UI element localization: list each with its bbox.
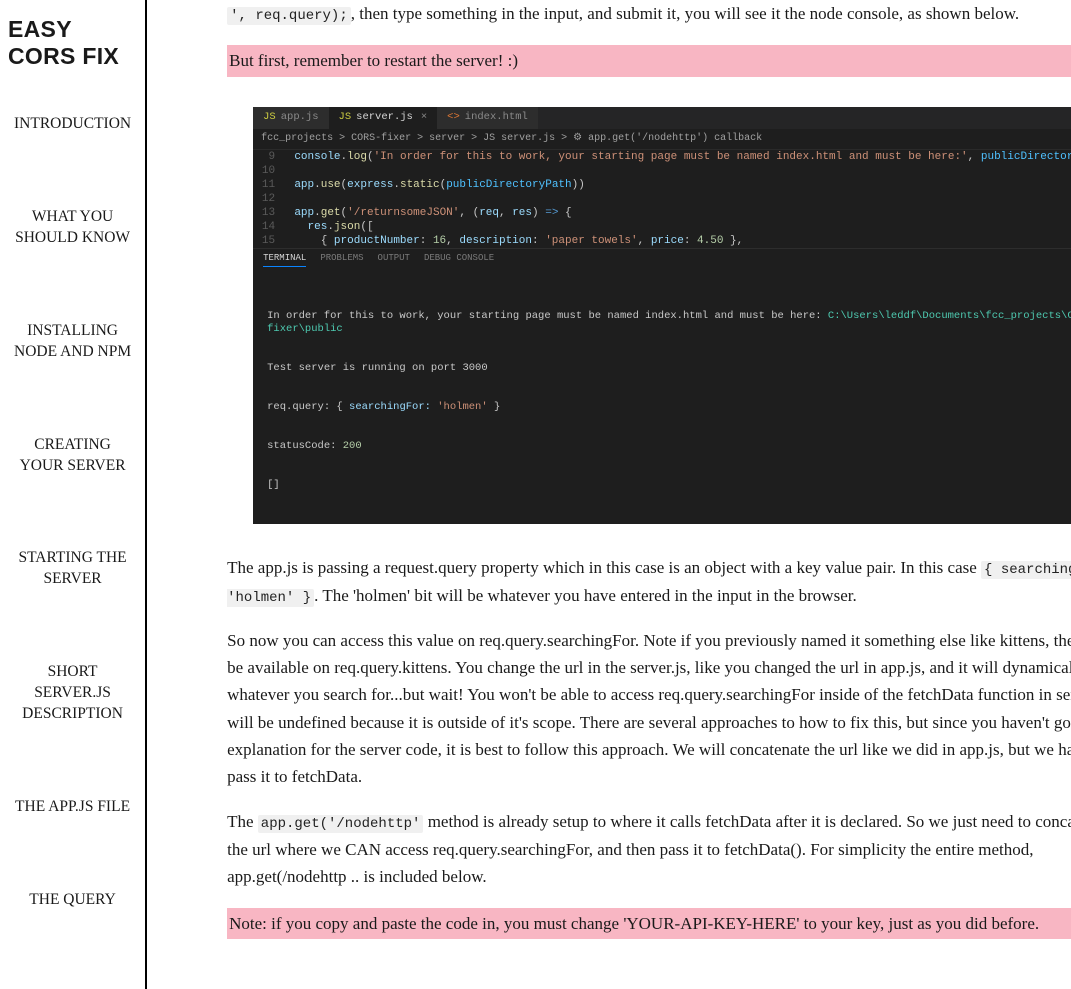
terminal-line: req.query: { searchingFor: 'holmen' }: [267, 401, 1071, 414]
editor-tabs: JS app.js JS server.js × <> index.html: [253, 107, 1071, 129]
gutter-ln: 11: [253, 178, 275, 192]
nav-starting-the-server[interactable]: STARTING THE SERVER: [0, 534, 145, 604]
code-line: app.use(express.static(publicDirectoryPa…: [281, 178, 1071, 192]
code-line: res.json([: [281, 220, 1071, 234]
paragraph-scope-explanation: So now you can access this value on req.…: [227, 627, 1071, 790]
gutter-ln: 12: [253, 192, 275, 206]
gutter-ln: 14: [253, 220, 275, 234]
nav-the-appjs-file[interactable]: THE APP.JS FILE: [0, 783, 145, 832]
terminal-body: ⧉ node ⧉ node In order for this to work,…: [253, 269, 1071, 518]
editor-gutter: 9101112131415: [253, 150, 281, 248]
code-line: app.get('/returnsomeJSON', (req, res) =>…: [281, 206, 1071, 220]
terminal-tabs: TERMINAL PROBLEMS OUTPUT DEBUG CONSOLE +…: [253, 248, 1071, 269]
inline-code-req-query: ', req.query);: [227, 7, 351, 25]
tab-label: app.js: [281, 109, 319, 126]
nav-what-you-should-know[interactable]: WHAT YOU SHOULD KNOW: [0, 193, 145, 263]
terminal-tab-terminal[interactable]: TERMINAL: [263, 251, 306, 267]
editor-screenshot: JS app.js JS server.js × <> index.html f…: [253, 107, 1071, 524]
js-icon: JS: [263, 109, 276, 126]
terminal-line: statusCode: 200: [267, 440, 1071, 453]
terminal-line: []: [267, 479, 1071, 492]
gutter-ln: 15: [253, 234, 275, 248]
sidebar: EASY CORS FIX INTRODUCTION WHAT YOU SHOU…: [0, 0, 147, 989]
sidebar-nav: INTRODUCTION WHAT YOU SHOULD KNOW INSTAL…: [0, 90, 145, 925]
close-icon[interactable]: ×: [421, 109, 427, 126]
editor-lines: console.log('In order for this to work, …: [281, 150, 1071, 248]
nav-creating-your-server[interactable]: CREATING YOUR SERVER: [0, 421, 145, 491]
nav-installing-node-and-npm[interactable]: INSTALLING NODE AND NPM: [0, 307, 145, 377]
lead-text: , then type something in the input, and …: [351, 4, 1019, 23]
nav-the-query[interactable]: THE QUERY: [0, 876, 145, 925]
site-title: EASY CORS FIX: [0, 0, 145, 90]
terminal-tab-problems[interactable]: PROBLEMS: [320, 251, 363, 267]
html-icon: <>: [447, 109, 460, 126]
editor-breadcrumb[interactable]: fcc_projects > CORS-fixer > server > JS …: [253, 129, 1071, 150]
gutter-ln: 10: [253, 164, 275, 178]
tab-serverjs[interactable]: JS server.js ×: [329, 107, 438, 129]
tab-appjs[interactable]: JS app.js: [253, 107, 328, 129]
tab-label: server.js: [356, 109, 413, 126]
main-content: ', req.query);, then type something in t…: [147, 0, 1071, 989]
code-line: [281, 164, 1071, 178]
code-line: console.log('In order for this to work, …: [281, 150, 1071, 164]
lead-paragraph: ', req.query);, then type something in t…: [227, 0, 1071, 27]
code-line: [281, 192, 1071, 206]
terminal-line: Test server is running on port 3000: [267, 362, 1071, 375]
nav-introduction[interactable]: INTRODUCTION: [0, 100, 145, 149]
terminal-tab-debug[interactable]: DEBUG CONSOLE: [424, 251, 494, 267]
paragraph-appget-nodehttp: The app.get('/nodehttp' method is alread…: [227, 808, 1071, 890]
terminal-tab-output[interactable]: OUTPUT: [378, 251, 410, 267]
tab-label: index.html: [465, 109, 528, 126]
code-line: { productNumber: 16, description: 'paper…: [281, 234, 1071, 248]
inline-code-appget: app.get('/nodehttp': [258, 815, 424, 833]
gutter-ln: 9: [253, 150, 275, 164]
paragraph-appjs-query: The app.js is passing a request.query pr…: [227, 554, 1071, 609]
highlight-api-key-note: Note: if you copy and paste the code in,…: [227, 908, 1071, 940]
js-icon: JS: [339, 109, 352, 126]
editor-pane: 9101112131415 console.log('In order for …: [253, 150, 1071, 248]
nav-short-serverjs-description[interactable]: SHORT SERVER.JS DESCRIPTION: [0, 648, 145, 739]
gutter-ln: 13: [253, 206, 275, 220]
tab-indexhtml[interactable]: <> index.html: [437, 107, 538, 129]
highlight-restart-server: But first, remember to restart the serve…: [227, 45, 1071, 77]
terminal-line: In order for this to work, your starting…: [267, 310, 1071, 336]
